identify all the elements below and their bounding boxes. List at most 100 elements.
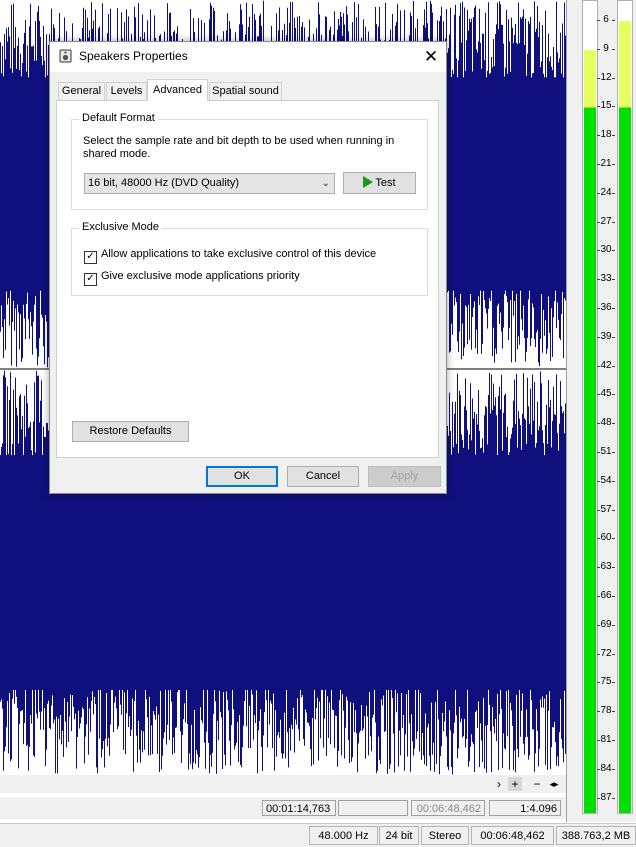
meter-tick <box>597 711 600 713</box>
meter-tick <box>612 20 615 21</box>
meter-tick <box>597 250 600 252</box>
zoom-in-button[interactable]: + <box>508 777 522 791</box>
meter-tick <box>597 106 600 108</box>
close-icon: ✕ <box>423 47 439 66</box>
default-format-description: Select the sample rate and bit depth to … <box>83 135 395 160</box>
zoom-ratio-field: 1:4.096 <box>489 800 561 816</box>
meter-tick <box>597 308 600 309</box>
meter-tick <box>612 480 615 482</box>
meter-tick <box>612 567 615 569</box>
meter-tick <box>612 192 615 194</box>
meter-tick <box>597 423 600 425</box>
status-duration: 00:06:48,462 <box>471 826 554 845</box>
default-format-label: Default Format <box>79 112 158 124</box>
zoom-out-button[interactable]: − <box>530 777 544 791</box>
meter-tick <box>597 596 600 597</box>
meter-tick <box>612 394 615 396</box>
tab-levels[interactable]: Levels <box>106 82 147 100</box>
meter-tick <box>597 135 600 137</box>
meter-tick <box>597 797 600 799</box>
meter-tick <box>612 596 615 597</box>
meter-tick <box>597 452 600 453</box>
speakers-properties-dialog: Speakers Properties ✕ General Levels Adv… <box>49 41 447 494</box>
tab-general[interactable]: General <box>58 82 105 100</box>
apply-button: Apply <box>368 466 441 487</box>
status-bar: 48.000 Hz 24 bit Stereo 00:06:48,462 388… <box>0 823 636 847</box>
allow-exclusive-checkbox-row[interactable]: ✓ Allow applications to take exclusive co… <box>84 247 377 264</box>
meter-tick <box>597 279 600 281</box>
close-button[interactable]: ✕ <box>416 42 446 72</box>
selection-time-field[interactable] <box>338 800 408 816</box>
meter-tick <box>612 135 615 137</box>
dialog-titlebar[interactable]: Speakers Properties ✕ <box>50 42 446 72</box>
test-button[interactable]: Test <box>343 172 416 194</box>
right-channel-level <box>619 21 631 813</box>
speaker-icon <box>59 49 72 63</box>
time-display-row: 00:01:14,763 00:06:48,462 1:4.096 <box>0 797 566 819</box>
meter-tick <box>612 250 615 252</box>
ok-button[interactable]: OK <box>206 466 278 487</box>
meter-tick <box>612 624 615 626</box>
meter-tick <box>612 711 615 713</box>
default-format-group: Default Format <box>71 112 428 210</box>
allow-exclusive-checkbox[interactable]: ✓ <box>84 251 97 264</box>
play-icon <box>363 176 374 188</box>
right-channel-meter <box>617 0 633 814</box>
tab-spatial-sound[interactable]: Spatial sound <box>209 82 282 100</box>
meter-tick <box>597 48 600 50</box>
default-format-dropdown[interactable]: 16 bit, 48000 Hz (DVD Quality) ⌄ <box>84 173 335 194</box>
meter-tick <box>597 365 600 367</box>
meter-tick <box>612 509 615 511</box>
tab-advanced[interactable]: Advanced <box>147 79 208 101</box>
zoom-toolbar: › + − ◂▸ <box>0 775 566 793</box>
position-time-field[interactable]: 00:01:14,763 <box>262 800 336 816</box>
meter-tick <box>612 308 615 309</box>
meter-tick <box>597 394 600 396</box>
meter-tick <box>612 452 615 453</box>
exclusive-priority-checkbox[interactable]: ✓ <box>84 273 97 286</box>
chevron-down-icon: ⌄ <box>321 178 330 189</box>
checkmark-icon: ✓ <box>86 273 95 284</box>
level-meter-panel: 6 9 12 15 18 21 24 27 30 33 36 39 42 45 48 51 54 57 60 63 66… <box>566 0 636 822</box>
restore-defaults-button[interactable]: Restore Defaults <box>72 421 189 442</box>
exclusive-priority-checkbox-row[interactable]: ✓ Give exclusive mode applications priori… <box>84 269 300 286</box>
exclusive-mode-label: Exclusive Mode <box>79 221 163 233</box>
meter-tick <box>597 740 600 741</box>
meter-tick <box>612 740 615 741</box>
allow-exclusive-label: Allow applications to take exclusive con… <box>101 248 377 260</box>
meter-tick <box>612 48 615 50</box>
status-channels: Stereo <box>421 826 469 845</box>
status-bit-depth: 24 bit <box>379 826 419 845</box>
meter-tick <box>597 538 600 540</box>
meter-tick <box>597 192 600 194</box>
meter-tick <box>612 797 615 799</box>
meter-tick <box>612 538 615 540</box>
meter-tick <box>597 164 600 165</box>
meter-tick <box>597 509 600 511</box>
selected-format-value: 16 bit, 48000 Hz (DVD Quality) <box>88 177 240 189</box>
meter-tick <box>597 567 600 569</box>
meter-tick <box>597 480 600 482</box>
meter-tick <box>597 336 600 338</box>
meter-tick <box>612 653 615 655</box>
test-button-label: Test <box>375 177 396 189</box>
status-sample-rate: 48.000 Hz <box>309 826 378 845</box>
scroll-right-icon[interactable]: › <box>492 777 506 791</box>
meter-tick <box>597 77 600 79</box>
meter-tick <box>612 768 615 770</box>
dialog-title: Speakers Properties <box>79 49 188 63</box>
exclusive-priority-label: Give exclusive mode applications priorit… <box>101 270 300 282</box>
meter-tick <box>597 682 600 684</box>
meter-tick <box>612 336 615 338</box>
meter-tick <box>612 164 615 165</box>
meter-tick <box>597 624 600 626</box>
meter-tick <box>612 279 615 281</box>
status-file-size: 388.763,2 MB <box>556 826 636 845</box>
meter-tick <box>612 365 615 367</box>
meter-tick <box>612 221 615 223</box>
meter-tick <box>612 106 615 108</box>
left-channel-meter <box>582 0 598 814</box>
meter-tick <box>612 77 615 79</box>
zoom-fit-button[interactable]: ◂▸ <box>546 777 562 791</box>
cancel-button[interactable]: Cancel <box>287 466 359 487</box>
